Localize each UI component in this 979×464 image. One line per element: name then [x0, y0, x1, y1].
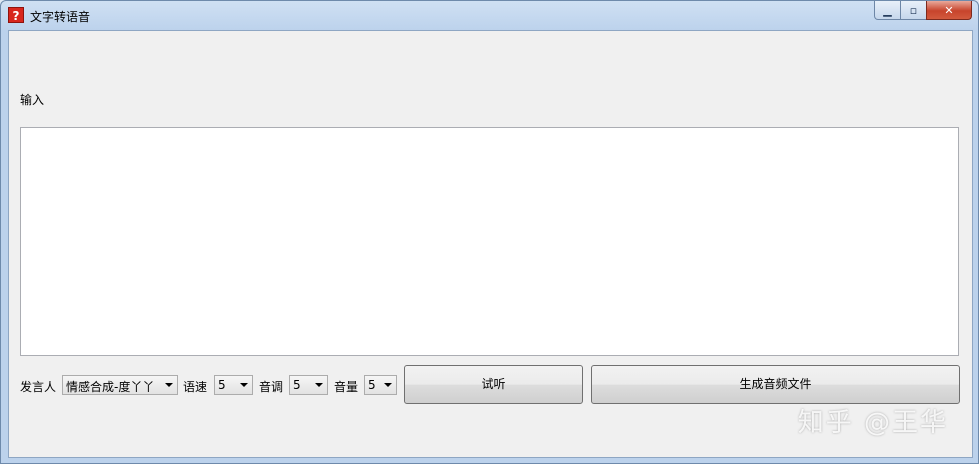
speaker-value: 情感合成-度丫丫 — [66, 380, 155, 394]
speaker-select[interactable]: 情感合成-度丫丫 — [62, 375, 178, 395]
speaker-label: 发言人 — [20, 380, 57, 394]
maximize-button[interactable]: ▫ — [900, 1, 927, 20]
caption-buttons: ▁ ▫ ✕ — [874, 1, 972, 21]
pitch-value: 5 — [293, 378, 301, 392]
minimize-icon: ▁ — [883, 4, 892, 17]
chevron-down-icon — [240, 383, 248, 387]
maximize-icon: ▫ — [909, 4, 918, 17]
preview-button[interactable]: 试听 — [404, 365, 583, 404]
volume-select[interactable]: 5 — [364, 375, 397, 395]
window-title: 文字转语音 — [30, 10, 91, 24]
speed-value: 5 — [218, 378, 226, 392]
app-window: ? 文字转语音 ▁ ▫ ✕ 输入 发言人 情感合成-度丫丫 语速 5 音调 5 … — [0, 0, 979, 464]
chevron-down-icon — [315, 383, 323, 387]
minimize-button[interactable]: ▁ — [874, 1, 901, 20]
title-bar[interactable]: ? 文字转语音 ▁ ▫ ✕ — [1, 1, 978, 29]
generate-audio-button[interactable]: 生成音频文件 — [591, 365, 960, 404]
volume-label: 音量 — [334, 380, 359, 394]
text-input[interactable] — [20, 127, 959, 356]
watermark: 知乎 @王华 — [797, 408, 948, 438]
pitch-select[interactable]: 5 — [289, 375, 328, 395]
close-icon: ✕ — [944, 4, 954, 17]
speed-select[interactable]: 5 — [214, 375, 253, 395]
volume-value: 5 — [368, 378, 376, 392]
input-label: 输入 — [20, 93, 45, 107]
pitch-label: 音调 — [259, 380, 284, 394]
close-button[interactable]: ✕ — [926, 1, 972, 20]
chevron-down-icon — [384, 383, 392, 387]
speed-label: 语速 — [183, 380, 208, 394]
client-area: 输入 发言人 情感合成-度丫丫 语速 5 音调 5 音量 5 试听 生成音频文件… — [8, 30, 973, 458]
question-mark-icon: ? — [8, 7, 24, 23]
chevron-down-icon — [165, 383, 173, 387]
